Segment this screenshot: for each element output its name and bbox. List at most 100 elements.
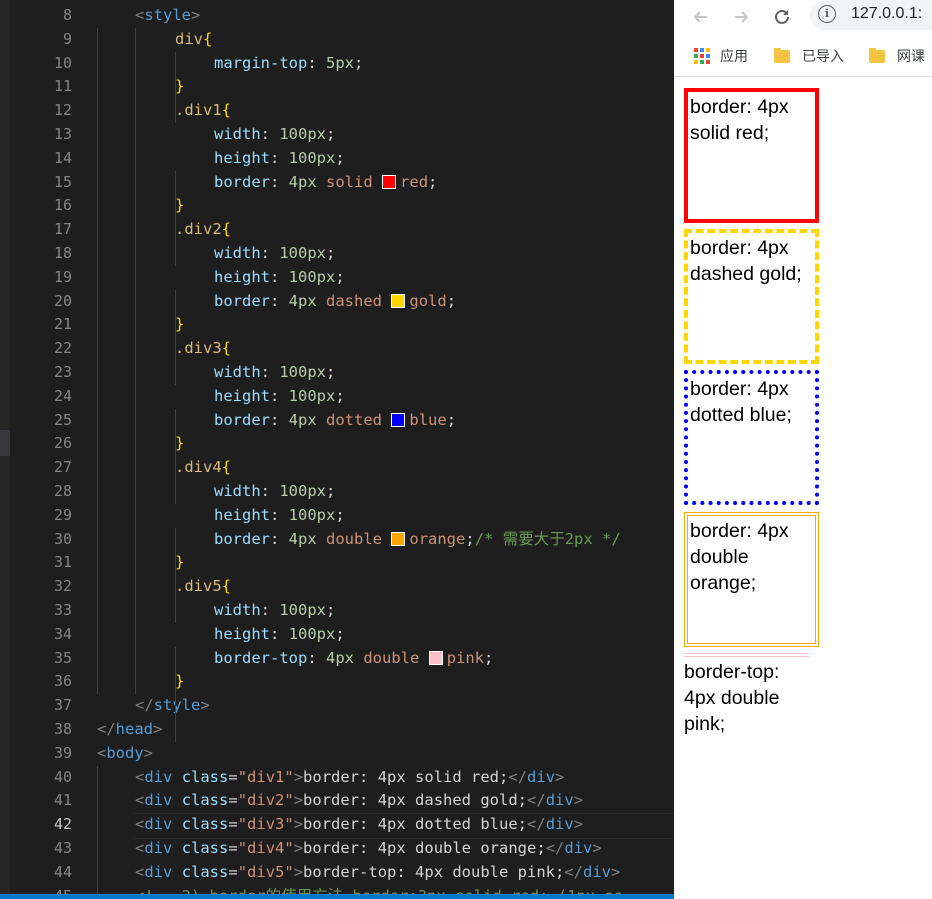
color-swatch-icon[interactable] xyxy=(428,650,443,665)
code-line[interactable]: } xyxy=(175,432,184,456)
code-token: > xyxy=(200,696,210,715)
code-line[interactable]: .div4{ xyxy=(175,456,231,480)
code-token: ; xyxy=(335,148,345,167)
line-number: 35 xyxy=(53,648,72,667)
code-line[interactable]: <div class="div1">border: 4px solid red;… xyxy=(135,766,564,790)
code-token: = xyxy=(228,767,238,786)
code-line[interactable]: <div class="div4">border: 4px double ora… xyxy=(135,837,602,861)
code-line[interactable]: width: 100px; xyxy=(214,361,335,385)
code-line[interactable]: border: 4px dashed gold; xyxy=(214,290,456,314)
code-token: 100px xyxy=(279,363,327,381)
code-token: double xyxy=(326,529,383,548)
back-button[interactable] xyxy=(688,4,714,30)
line-number: 17 xyxy=(53,220,72,239)
code-line[interactable]: <div class="div5">border-top: 4px double… xyxy=(135,861,620,885)
code-line[interactable]: border-top: 4px double pink; xyxy=(214,647,493,671)
code-token: 4px xyxy=(288,410,317,429)
bookmark-apps[interactable]: 应用 xyxy=(694,46,748,66)
code-line[interactable]: width: 100px; xyxy=(214,599,335,623)
code-token: margin-top xyxy=(214,53,308,72)
code-line[interactable]: margin-top: 5px; xyxy=(214,52,363,76)
code-token: : xyxy=(260,244,280,262)
reload-icon xyxy=(775,9,789,24)
code-line[interactable]: </style> xyxy=(135,694,210,718)
scroll-indicator[interactable] xyxy=(0,430,10,456)
code-token: ; xyxy=(354,53,364,72)
code-line[interactable]: width: 100px; xyxy=(214,242,335,266)
code-line[interactable]: } xyxy=(175,670,184,694)
code-line[interactable]: } xyxy=(175,194,184,218)
code-token: = xyxy=(228,791,238,810)
code-line[interactable]: .div3{ xyxy=(175,337,231,361)
line-number: 29 xyxy=(53,505,72,524)
color-swatch-icon[interactable] xyxy=(391,293,406,308)
code-line[interactable]: } xyxy=(175,551,184,575)
code-line[interactable]: .div1{ xyxy=(175,99,231,123)
code-token: width xyxy=(214,125,261,143)
bookmark-online-course[interactable]: 网课 xyxy=(869,46,925,66)
code-line[interactable]: } xyxy=(175,75,184,99)
code-line[interactable]: width: 100px; xyxy=(214,480,335,504)
code-line[interactable]: </head> xyxy=(97,718,162,742)
code-line[interactable]: .div2{ xyxy=(175,218,231,242)
code-line[interactable]: <div class="div3">border: 4px dotted blu… xyxy=(133,813,674,839)
code-token: class xyxy=(181,839,229,857)
code-line[interactable]: <style> xyxy=(135,4,200,28)
line-number: 18 xyxy=(53,244,72,262)
line-number: 21 xyxy=(53,315,72,334)
code-line[interactable]: <div class="div2">border: 4px dashed gol… xyxy=(135,789,583,813)
code-token: ; xyxy=(326,125,336,143)
code-token: .div2 xyxy=(175,220,222,239)
code-line[interactable]: .div5{ xyxy=(175,575,231,599)
code-line[interactable]: } xyxy=(175,313,184,337)
code-editor[interactable]: 8 9 10 11 12 13 14 15 16 17 18 19 20 21 22 23 24 25 26 27 28… xyxy=(0,0,674,899)
code-token: ; xyxy=(326,363,336,381)
code-token: blue xyxy=(409,410,447,429)
code-token: double xyxy=(363,648,420,667)
code-token: : xyxy=(270,172,289,191)
code-token: .div1 xyxy=(175,101,222,120)
color-swatch-icon[interactable] xyxy=(391,531,406,546)
code-token: 100px xyxy=(288,505,336,524)
code-line[interactable]: height: 100px; xyxy=(214,623,345,647)
code-line[interactable]: div{ xyxy=(175,28,212,52)
code-token: "div3" xyxy=(237,815,294,834)
color-swatch-icon[interactable] xyxy=(391,412,406,427)
code-token: > xyxy=(293,862,304,881)
code-area[interactable]: <style> div{margin-top: 5px;} .div1{width:… xyxy=(97,0,674,899)
line-number-gutter: 8 9 10 11 12 13 14 15 16 17 18 19 20 21 22 23 24 25 26 27 28… xyxy=(10,0,72,899)
editor-side-strip xyxy=(0,0,10,899)
code-token: > xyxy=(555,767,565,786)
code-token: > xyxy=(592,839,602,857)
line-number: 30 xyxy=(53,529,72,548)
code-token: > xyxy=(143,743,154,762)
bookmark-imported[interactable]: 已导入 xyxy=(774,46,844,66)
info-icon[interactable]: i xyxy=(818,5,836,23)
address-bar[interactable]: i 127.0.0.1: xyxy=(810,0,932,30)
reload-button[interactable] xyxy=(769,4,795,30)
code-line[interactable]: border: 4px double orange;/* 需要大于2px */ xyxy=(214,528,621,552)
forward-button[interactable] xyxy=(728,4,754,30)
code-line[interactable]: width: 100px; xyxy=(214,123,335,147)
code-token: = xyxy=(228,862,238,881)
code-line[interactable]: height: 100px; xyxy=(214,147,345,171)
color-swatch-icon[interactable] xyxy=(382,174,397,189)
code-token: div xyxy=(583,862,612,881)
code-token: > xyxy=(293,815,304,834)
bookmark-label: 应用 xyxy=(720,48,748,64)
line-number: 11 xyxy=(53,77,72,96)
code-line[interactable]: height: 100px; xyxy=(214,504,345,528)
code-token: height xyxy=(214,267,270,286)
code-line[interactable]: <body> xyxy=(97,742,153,766)
code-line[interactable]: border: 4px dotted blue; xyxy=(214,409,456,433)
code-token: div xyxy=(527,767,556,786)
arrow-left-icon xyxy=(693,11,707,23)
code-line[interactable]: height: 100px; xyxy=(214,266,345,290)
code-line[interactable]: height: 100px; xyxy=(214,385,345,409)
code-line[interactable]: border: 4px solid red; xyxy=(214,171,437,195)
